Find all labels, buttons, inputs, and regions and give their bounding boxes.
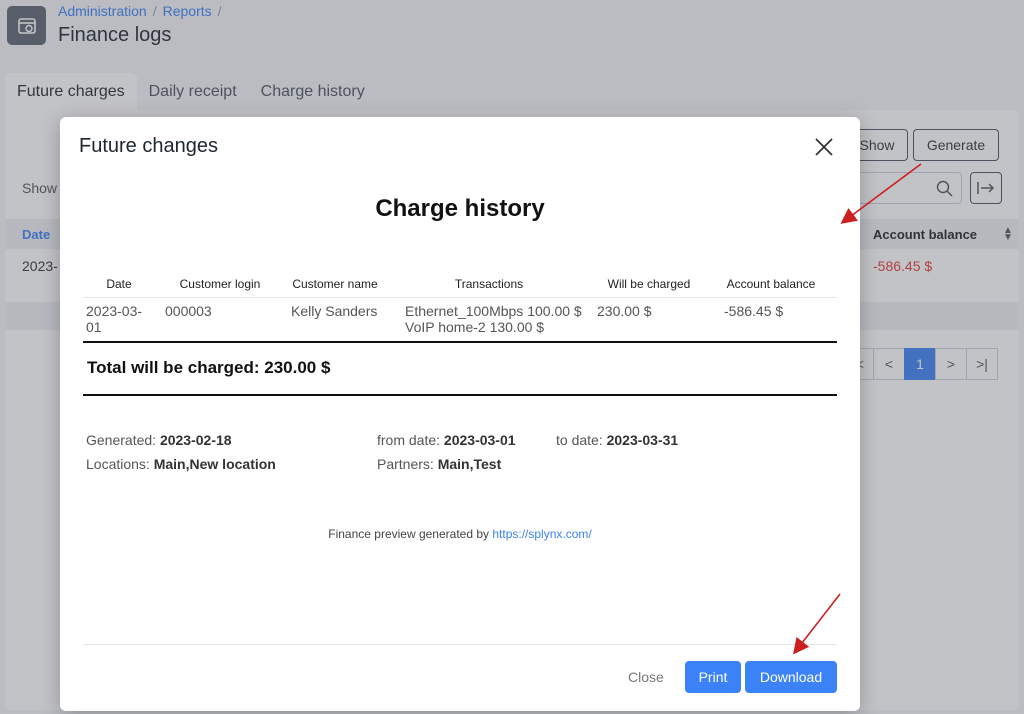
generated-label: Generated: (86, 432, 157, 448)
to-date-label: to date: (556, 432, 603, 448)
cell-date: 2023-03-01 (86, 303, 143, 335)
modal-footer-divider (83, 644, 837, 645)
generated-value: 2023-02-18 (159, 432, 232, 448)
report-title: Charge history (375, 195, 545, 222)
column-header-customer-name: Customer name (285, 277, 385, 298)
to-date: to date: 2023-03-31 (556, 432, 678, 448)
locations-label: Locations: (86, 456, 150, 472)
cell-transactions: Ethernet_100Mbps 100.00 $ VoIP home-2 13… (385, 298, 593, 340)
transaction-line: Ethernet_100Mbps 100.00 $ (405, 303, 582, 319)
print-button[interactable]: Print (685, 661, 741, 693)
close-button[interactable]: Close (620, 662, 672, 692)
customer-login-link[interactable]: 000003 (155, 298, 285, 340)
generated-date: Generated: 2023-02-18 (86, 432, 232, 448)
footer-note-text: Finance preview generated by (328, 527, 490, 541)
from-date: from date: 2023-03-01 (377, 432, 516, 448)
splynx-link[interactable]: https://splynx.com/ (492, 527, 591, 541)
transaction-line: VoIP home-2 130.00 $ (405, 319, 545, 335)
to-date-value: 2023-03-31 (606, 432, 679, 448)
locations-value: Main,New location (153, 456, 276, 472)
cell-account-balance: -586.45 $ (724, 303, 784, 319)
from-date-label: from date: (377, 432, 441, 448)
customer-name-link[interactable]: Kelly Sanders (285, 298, 385, 340)
cell-will-be-charged: 230.00 $ (597, 303, 652, 319)
table-header-row: Date Customer login Customer name Transa… (83, 277, 837, 298)
modal-title: Future changes (79, 135, 218, 157)
column-header-will-be-charged: Will be charged (593, 277, 705, 298)
charges-table: Date Customer login Customer name Transa… (83, 277, 837, 339)
locations: Locations: Main,New location (86, 456, 276, 472)
column-header-account-balance: Account balance (705, 277, 837, 298)
column-header-customer-login: Customer login (155, 277, 285, 298)
divider (83, 341, 837, 343)
column-header-date: Date (83, 277, 155, 298)
partners-label: Partners: (377, 456, 434, 472)
table-row: 2023-03-01 000003 Kelly Sanders Ethernet… (83, 298, 837, 340)
future-changes-modal: Future changes Charge history Date Custo… (60, 117, 860, 711)
partners-value: Main,Test (437, 456, 502, 472)
download-button[interactable]: Download (745, 661, 837, 693)
total-will-be-charged: Total will be charged: 230.00 $ (87, 358, 331, 377)
divider (83, 394, 837, 396)
partners: Partners: Main,Test (377, 456, 501, 472)
footer-note: Finance preview generated by https://spl… (60, 527, 860, 541)
from-date-value: 2023-03-01 (443, 432, 516, 448)
column-header-transactions: Transactions (385, 277, 593, 298)
close-icon[interactable] (813, 136, 835, 158)
